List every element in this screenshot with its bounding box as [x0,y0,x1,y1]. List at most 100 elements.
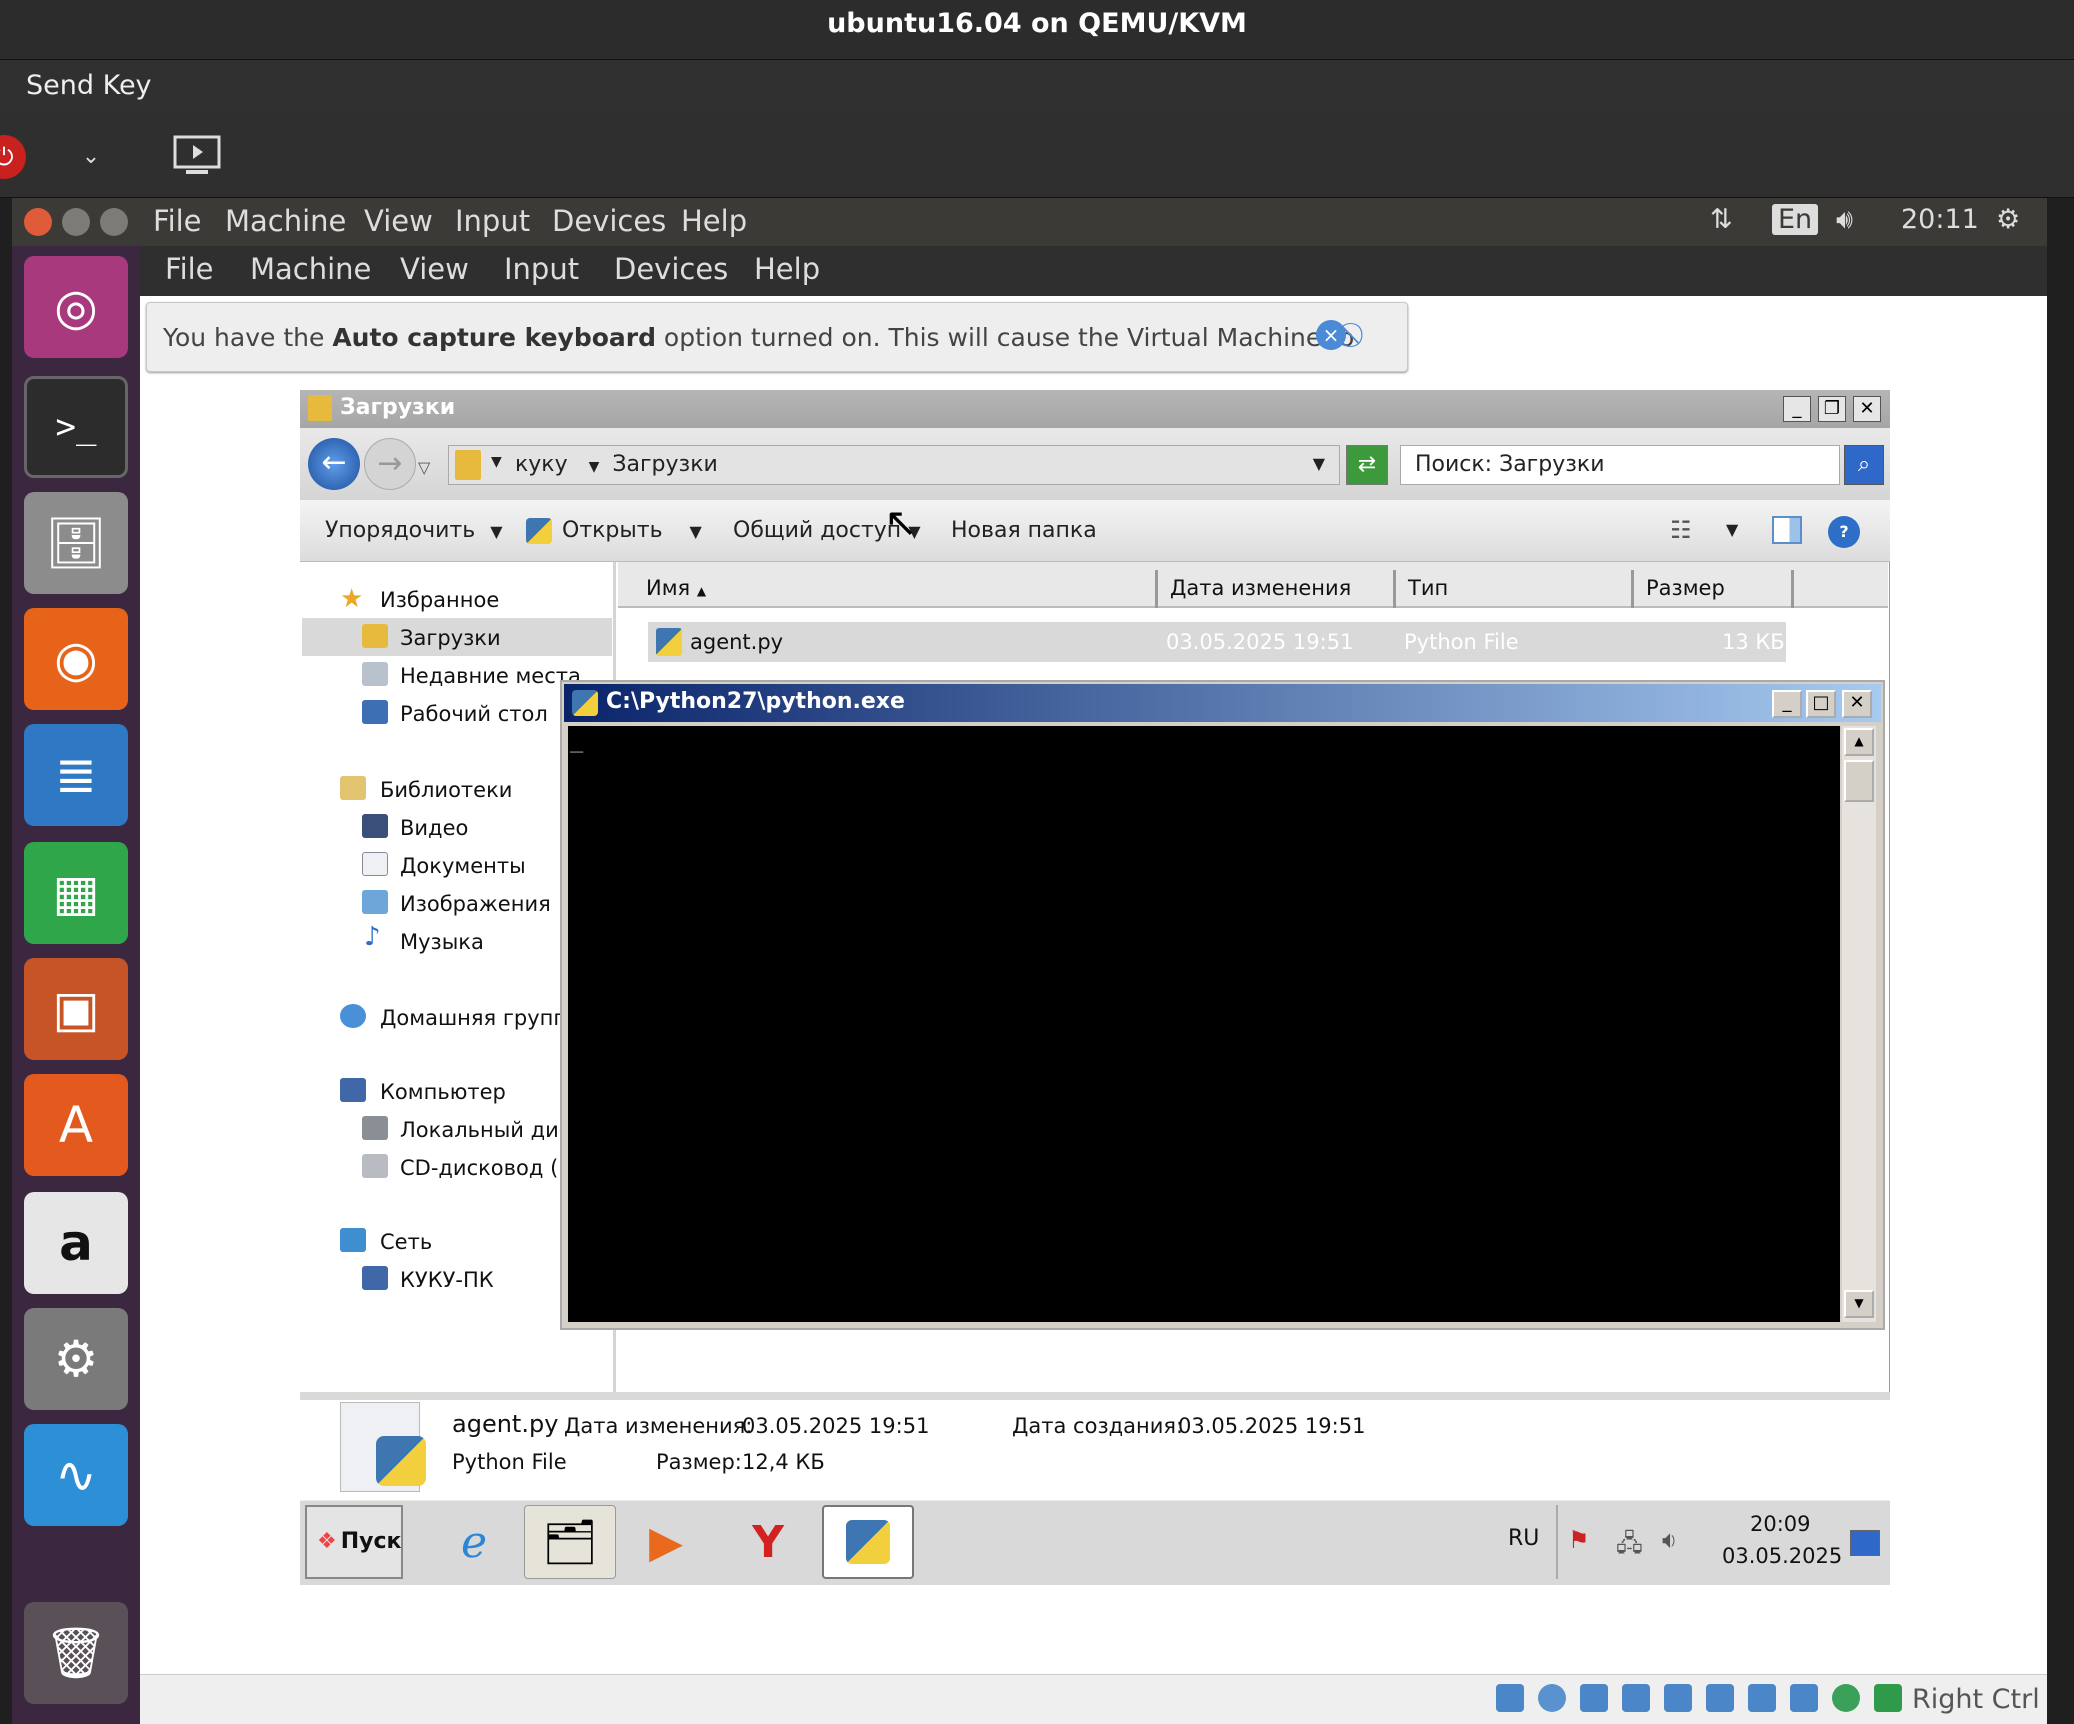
python-taskbar-icon[interactable] [822,1505,914,1579]
scroll-thumb[interactable] [1844,760,1874,802]
preview-pane-icon[interactable] [1772,516,1802,544]
unity-menu-file[interactable]: File [153,204,202,238]
taskbar-time[interactable]: 20:09 [1750,1512,1811,1536]
back-arrow-icon[interactable]: ← [308,438,360,490]
console-display-icon[interactable] [172,134,222,178]
file-name[interactable]: agent.py [690,630,783,654]
new-folder-button[interactable]: Новая папка [951,518,1097,543]
address-field[interactable]: ▼ куку ▼ Загрузки ▼ [448,445,1340,485]
nav-video[interactable]: Видео [400,816,468,840]
nav-local-disk[interactable]: Локальный дис [400,1118,560,1142]
action-center-icon[interactable]: ⚑ [1568,1526,1590,1554]
mouse-integration-icon[interactable] [1832,1684,1860,1712]
console-maximize-button[interactable]: □ [1806,690,1836,718]
column-name[interactable]: Имя ▲ [634,570,1158,608]
help-icon[interactable]: ? [1828,516,1860,548]
history-dropdown-icon[interactable]: ▽ [418,458,430,477]
nav-computer[interactable]: Компьютер [380,1080,506,1104]
vbox-menu-help[interactable]: Help [754,252,820,286]
nav-pc[interactable]: КУКУ-ПК [400,1268,494,1292]
shared-folders-icon[interactable] [1664,1684,1692,1712]
unity-menu-machine[interactable]: Machine [225,204,346,238]
impress-icon[interactable]: ▣ [24,958,128,1060]
nav-downloads[interactable]: Загрузки [400,626,501,650]
network-transfer-icon[interactable]: ⇅ [1710,204,1733,235]
unity-menu-help[interactable]: Help [681,204,747,238]
display-icon[interactable] [1706,1684,1734,1712]
view-options-icon[interactable]: ☷ [1670,516,1692,544]
amazon-icon[interactable]: a [24,1192,128,1294]
forward-arrow-icon[interactable]: → [364,438,416,490]
hard-disk-icon[interactable] [1496,1684,1524,1712]
breadcrumb-kuku[interactable]: куку [515,452,568,477]
organize-button[interactable]: Упорядочить ▼ [325,518,503,543]
vbox-menu-view[interactable]: View [400,252,469,286]
media-player-icon[interactable]: ▶ [620,1505,712,1579]
optical-drive-icon[interactable] [1538,1684,1566,1712]
network-tray-icon[interactable]: 🖧︎ [1616,1526,1643,1567]
close-window-button[interactable] [24,208,52,236]
restore-button[interactable]: ❐ [1818,396,1846,422]
breadcrumb-downloads[interactable]: Загрузки [612,452,717,477]
nav-images[interactable]: Изображения [400,892,551,916]
unity-menu-view[interactable]: View [364,204,433,238]
send-key-menu[interactable]: Send Key [26,70,152,101]
gear-icon[interactable]: ⚙ [1996,204,2020,235]
audio-icon[interactable] [1580,1684,1608,1712]
nav-recent[interactable]: Недавние места [400,664,581,688]
scroll-up-icon[interactable]: ▲ [1844,728,1874,756]
show-desktop-icon[interactable] [1850,1530,1880,1556]
column-size[interactable]: Размер [1634,570,1794,608]
nav-libraries[interactable]: Библиотеки [380,778,512,802]
clock[interactable]: 20:11 [1901,204,1979,235]
volume-tray-icon[interactable]: 🔉︎ [1662,1526,1677,1554]
nav-documents[interactable]: Документы [400,854,526,878]
unity-menu-input[interactable]: Input [455,204,530,238]
writer-icon[interactable]: ≣ [24,724,128,826]
console-minimize-button[interactable]: _ [1772,690,1802,718]
calc-icon[interactable]: ▦ [24,842,128,944]
yandex-browser-icon[interactable]: Y [722,1505,814,1579]
start-button[interactable]: ❖ Пуск [305,1505,403,1579]
console-scrollbar[interactable]: ▲ ▼ [1842,726,1876,1322]
input-language-indicator[interactable]: RU [1508,1526,1539,1551]
software-center-icon[interactable]: A [24,1074,128,1176]
keyboard-lang-indicator[interactable]: En [1772,204,1819,235]
system-monitor-icon[interactable]: ∿ [24,1424,128,1526]
vbox-menu-machine[interactable]: Machine [250,252,371,286]
address-dropdown-icon[interactable]: ▼ [1313,454,1325,473]
keyboard-capture-icon[interactable] [1874,1684,1902,1712]
usb-icon[interactable] [1622,1684,1650,1712]
nav-cd-drive[interactable]: CD-дисковод (D [400,1156,560,1180]
taskbar-date[interactable]: 03.05.2025 [1722,1544,1842,1568]
nav-homegroup[interactable]: Домашняя группа [380,1006,580,1030]
trash-icon[interactable]: 🗑︎ [24,1602,128,1704]
minimize-window-button[interactable] [62,208,90,236]
video-capture-icon[interactable] [1748,1684,1776,1712]
volume-icon[interactable]: 🔊︎ [1836,204,1853,236]
ubuntu-dash-icon[interactable]: ◎ [24,256,128,358]
internet-explorer-icon[interactable]: ℯ [428,1505,520,1579]
view-dropdown-icon[interactable]: ▼ [1726,520,1738,539]
refresh-icon[interactable]: ⇄ [1346,445,1388,485]
nav-music[interactable]: Музыка [400,930,484,954]
console-close-button[interactable]: ✕ [1842,690,1872,718]
maximize-window-button[interactable] [100,208,128,236]
search-icon[interactable]: ⌕ [1844,445,1884,485]
cpu-icon[interactable] [1790,1684,1818,1712]
vbox-menu-input[interactable]: Input [504,252,579,286]
console-output[interactable]: _ [568,726,1840,1322]
terminal-icon[interactable]: >_ [24,376,128,478]
vbox-menu-file[interactable]: File [165,252,214,286]
unity-menu-devices[interactable]: Devices [552,204,666,238]
firefox-icon[interactable]: ◉ [24,608,128,710]
column-type[interactable]: Тип [1396,570,1634,608]
chevron-down-icon[interactable]: ⌄ [74,140,108,174]
system-settings-icon[interactable]: ⚙ [24,1308,128,1410]
files-icon[interactable]: 🗄︎ [24,492,128,594]
search-input[interactable]: Поиск: Загрузки [1400,445,1840,485]
close-button[interactable]: ✕ [1853,396,1881,422]
explorer-taskbar-icon[interactable]: 🗂︎ [524,1505,616,1579]
nav-favorites[interactable]: Избранное [380,588,499,612]
nav-desktop[interactable]: Рабочий стол [400,702,548,726]
